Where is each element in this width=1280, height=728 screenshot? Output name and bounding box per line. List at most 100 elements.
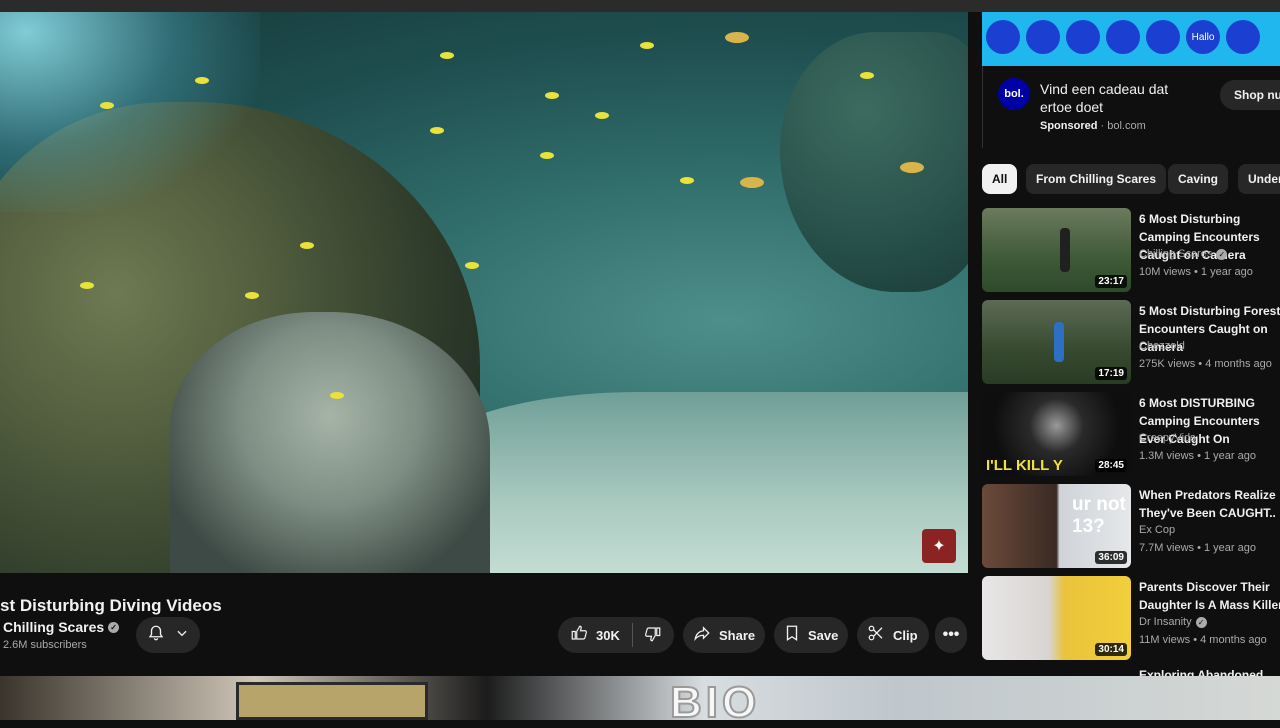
ad-banner-pattern (986, 20, 1020, 54)
thumbs-up-icon (570, 624, 588, 647)
ad-title[interactable]: Vind een cadeau dat ertoe doet (1040, 80, 1190, 116)
chip-all[interactable]: All (982, 164, 1017, 194)
share-label: Share (719, 628, 755, 643)
chip-under[interactable]: Under (1238, 164, 1280, 194)
fish (540, 152, 554, 159)
recommendation-item[interactable]: 17:19 5 Most Disturbing Forest Encounter… (982, 300, 1280, 386)
fish (725, 32, 749, 43)
video-frame-sand (420, 392, 968, 573)
dislike-button[interactable] (632, 617, 674, 653)
recommendation-channel-row: Dr Insanity ✓ (1139, 616, 1207, 628)
video-player[interactable]: ✦ (0, 12, 968, 573)
chip-from-channel[interactable]: From Chilling Scares (1026, 164, 1166, 194)
channel-name[interactable]: Chilling Scares (3, 619, 104, 635)
video-thumbnail[interactable]: 23:17 (982, 208, 1131, 292)
recommendation-item[interactable]: 30:14 Parents Discover Their Daughter Is… (982, 576, 1280, 662)
recommendation-item[interactable]: Exploring Abandoned Hos (982, 666, 1280, 676)
fish (680, 177, 694, 184)
fish (640, 42, 654, 49)
recommendation-item[interactable]: I'LL KILL Y 28:45 6 Most DISTURBING Camp… (982, 392, 1280, 478)
main-column: ✦ st Disturbing Diving Videos (0, 12, 968, 676)
ad-banner-pattern (1106, 20, 1140, 54)
recommendation-title[interactable]: When Predators Realize They've Been CAUG… (1139, 486, 1280, 522)
fish (545, 92, 559, 99)
share-icon (693, 624, 711, 647)
fish (300, 242, 314, 249)
bell-icon (147, 624, 165, 647)
clip-label: Clip (893, 628, 918, 643)
ad-banner-image[interactable]: Hallo (982, 12, 1280, 66)
background-frame (236, 682, 428, 720)
video-frame-coral (170, 312, 490, 573)
subscriber-count: 2.6M subscribers (3, 639, 87, 651)
fish (100, 102, 114, 109)
fish (195, 77, 209, 84)
recommendation-title[interactable]: Parents Discover Their Daughter Is A Mas… (1139, 578, 1280, 614)
recommendation-channel-row: Chilling Scares ✓ (1139, 248, 1227, 260)
thumbnail-figure (1054, 322, 1064, 362)
like-dislike-group: 30K (558, 617, 674, 653)
save-button[interactable]: Save (774, 617, 848, 653)
video-thumbnail[interactable]: I'LL KILL Y 28:45 (982, 392, 1131, 476)
recommendation-channel-row: Chezzold (1139, 340, 1185, 352)
fish (860, 72, 874, 79)
video-frame-rock (780, 32, 968, 292)
recommendation-item[interactable]: 23:17 6 Most Disturbing Camping Encounte… (982, 208, 1280, 294)
background-neon-logo: BIO (670, 678, 760, 728)
bookmark-icon (784, 624, 800, 647)
thumbnail-overlay-text: I'LL KILL Y (986, 457, 1063, 474)
ad-cta-button[interactable]: Shop nu (1220, 80, 1280, 110)
video-thumbnail[interactable]: ur not 13? 36:09 (982, 484, 1131, 568)
recommendation-channel: Dr Insanity (1139, 616, 1192, 628)
top-band (0, 0, 1280, 12)
recommendation-channel-row: Ex Cop (1139, 524, 1175, 536)
recommendation-meta: 7.7M views • 1 year ago (1139, 542, 1256, 554)
fish (330, 392, 344, 399)
fish (740, 177, 764, 188)
share-button[interactable]: Share (683, 617, 765, 653)
ad-banner-text: Hallo (1186, 20, 1220, 54)
thumbnail-figure (1060, 228, 1070, 272)
video-channel-badge-icon[interactable]: ✦ (922, 529, 956, 563)
recommendation-channel: Chilling Scares (1139, 248, 1212, 260)
recommendation-item[interactable]: ur not 13? 36:09 When Predators Realize … (982, 484, 1280, 570)
recommendation-title[interactable]: Exploring Abandoned Hos (1139, 666, 1280, 676)
ad-banner-pattern (1146, 20, 1180, 54)
clip-button[interactable]: Clip (857, 617, 929, 653)
more-actions-button[interactable]: ••• (935, 617, 967, 653)
recommendation-meta: 275K views • 4 months ago (1139, 358, 1272, 370)
chevron-down-icon (175, 626, 189, 645)
ad-banner-pattern (1226, 20, 1260, 54)
verified-icon: ✓ (1196, 617, 1207, 628)
verified-icon: ✓ (1216, 249, 1227, 260)
ad-sponsored-line: Sponsored · bol.com (1040, 120, 1146, 132)
fish (900, 162, 924, 173)
duration-badge: 36:09 (1095, 551, 1127, 564)
duration-badge: 28:45 (1095, 459, 1127, 472)
ad-sponsored-label: Sponsored (1040, 120, 1097, 132)
channel-name-row[interactable]: Chilling Scares ✓ (3, 619, 119, 635)
ad-logo[interactable]: bol. (998, 78, 1030, 110)
video-thumbnail[interactable]: 17:19 (982, 300, 1131, 384)
scissors-icon (867, 624, 885, 647)
recommendation-channel: Ex Cop (1139, 524, 1175, 536)
background-room-strip (0, 676, 1280, 720)
ad-banner-pattern (1066, 20, 1100, 54)
more-horizontal-icon: ••• (943, 626, 960, 644)
fish (595, 112, 609, 119)
fish (80, 282, 94, 289)
fish (245, 292, 259, 299)
recommendation-channel-row: CreepyVids (1139, 432, 1196, 444)
recommendation-channel: CreepyVids (1139, 432, 1196, 444)
like-button[interactable]: 30K (558, 617, 632, 653)
notification-button[interactable] (136, 617, 200, 653)
duration-badge: 23:17 (1095, 275, 1127, 288)
thumbnail-overlay-text: ur not 13? (1072, 494, 1131, 538)
fish (440, 52, 454, 59)
recommendation-channel: Chezzold (1139, 340, 1185, 352)
chip-caving[interactable]: Caving (1168, 164, 1228, 194)
video-thumbnail[interactable]: 30:14 (982, 576, 1131, 660)
thumbs-down-icon (644, 625, 662, 646)
video-title: st Disturbing Diving Videos (0, 596, 222, 616)
fish (430, 127, 444, 134)
